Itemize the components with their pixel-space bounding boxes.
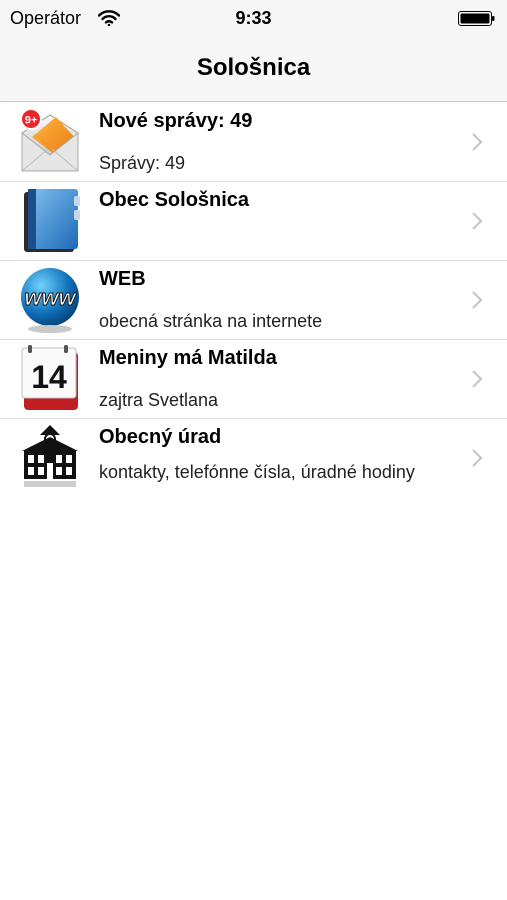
status-bar: Operátor 9:33 <box>0 0 507 36</box>
list-item-municipality[interactable]: Obec Sološnica <box>0 182 507 261</box>
item-title: WEB <box>99 268 146 290</box>
list-item-nameday[interactable]: 14 Meniny má Matilda zajtra Svetlana <box>0 340 507 419</box>
item-subtitle: kontakty, telefónne čísla, úradné hodiny <box>99 462 415 482</box>
book-icon <box>24 189 80 252</box>
globe-icon: www <box>21 268 79 333</box>
chevron-right-icon <box>472 370 483 388</box>
list-item-town-office[interactable]: Obecný úrad kontakty, telefónne čísla, ú… <box>0 419 507 498</box>
town-hall-icon <box>22 425 78 487</box>
calendar-day: 14 <box>31 359 67 395</box>
globe-label: www <box>24 285 77 310</box>
page-title: Sološnica <box>196 54 311 81</box>
list-item-web[interactable]: www WEB obecná stránka na internete <box>0 261 507 340</box>
item-subtitle: obecná stránka na internete <box>99 311 323 331</box>
chevron-right-icon <box>472 212 483 230</box>
item-title: Meniny má Matilda <box>99 347 277 369</box>
calendar-icon: 14 <box>21 345 78 410</box>
item-title: Obecný úrad <box>99 426 222 448</box>
item-title: Obec Sološnica <box>99 189 250 211</box>
chevron-right-icon <box>472 133 483 151</box>
chevron-right-icon <box>472 291 483 309</box>
menu-list: 9+ Nové správy: 49 Správy: 49 Obec Sološ… <box>0 103 507 498</box>
chevron-right-icon <box>472 449 483 467</box>
navigation-bar: Sološnica <box>0 36 507 102</box>
item-subtitle: Správy: 49 <box>99 153 186 173</box>
item-title: Nové správy: 49 <box>99 110 253 132</box>
mail-icon: 9+ <box>20 108 79 172</box>
clock-label: 9:33 <box>235 8 272 28</box>
list-item-messages[interactable]: 9+ Nové správy: 49 Správy: 49 <box>0 103 507 182</box>
item-subtitle: zajtra Svetlana <box>99 390 219 410</box>
battery-icon <box>458 11 495 26</box>
badge-text: 9+ <box>25 115 38 127</box>
